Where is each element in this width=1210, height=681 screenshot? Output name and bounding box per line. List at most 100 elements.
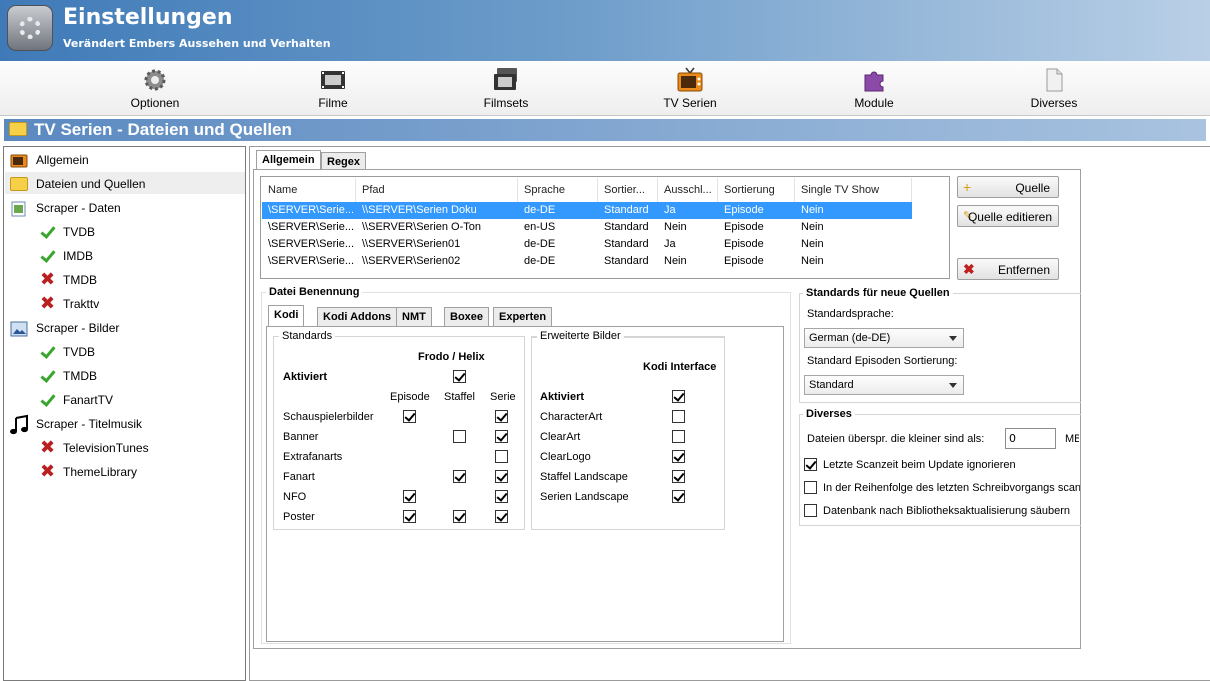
defaults-group-title: Standards für neue Quellen <box>803 287 953 299</box>
tree-item-dateien-und-quellen[interactable]: Dateien und Quellen <box>4 173 244 195</box>
toolbar-optionen-button[interactable]: Optionen <box>115 61 195 116</box>
edit-source-button[interactable]: ✎ Quelle editieren <box>957 205 1059 227</box>
check-icon <box>40 225 54 239</box>
cross-icon: ✖ <box>40 293 56 314</box>
extended-row-label: Aktiviert <box>540 391 585 403</box>
toolbar-filmsets-button[interactable]: Filmsets <box>466 61 546 116</box>
section-header: TV Serien - Dateien und Quellen <box>4 119 1206 141</box>
tab-kodi-addons[interactable]: Kodi Addons <box>317 307 398 327</box>
cell-sprache: en-US <box>524 221 556 233</box>
column-header-sprache[interactable]: Sprache <box>518 178 598 202</box>
sources-table[interactable]: Name Pfad Sprache Sortier... Ausschl... … <box>260 176 950 279</box>
misc-option-checkbox[interactable] <box>804 458 817 471</box>
tree-item-scraper-bilder[interactable]: Scraper - Bilder <box>4 317 244 339</box>
tree-item-trakttv[interactable]: ✖ Trakttv <box>4 293 244 315</box>
add-source-button[interactable]: + Quelle <box>957 176 1059 198</box>
skip-size-input[interactable]: 0 <box>1005 428 1056 449</box>
skip-size-unit: MB <box>1065 433 1079 445</box>
tree-item-themelibrary[interactable]: ✖ ThemeLibrary <box>4 461 244 483</box>
tree-item-scraper-titelmusik[interactable]: Scraper - Titelmusik <box>4 413 244 435</box>
toolbar-label: Optionen <box>130 96 180 110</box>
tab-kodi[interactable]: Kodi <box>268 305 305 327</box>
standards-checkbox-staffel[interactable] <box>453 470 466 483</box>
standards-checkbox-serie[interactable] <box>495 510 508 523</box>
standards-group-title: Standards <box>279 330 336 342</box>
column-header-name[interactable]: Name <box>262 178 356 202</box>
tree-item-label: ThemeLibrary <box>63 465 138 479</box>
column-header-sortierung[interactable]: Sortierung <box>718 178 795 202</box>
settings-tree: Allgemein Dateien und Quellen Scraper - … <box>3 146 246 681</box>
toolbar-label: Diverses <box>1030 96 1078 110</box>
folder-icon <box>10 177 28 191</box>
standards-checkbox-episode[interactable] <box>403 510 416 523</box>
cell-sortier: Standard <box>604 255 649 267</box>
settings-gear-icon <box>7 5 53 51</box>
tree-item-tmdb-images[interactable]: TMDB <box>4 365 244 387</box>
extended-row-label: Serien Landscape <box>540 491 629 503</box>
cross-icon: ✖ <box>40 437 56 458</box>
tree-item-label: Trakttv <box>63 297 100 311</box>
misc-option-checkbox[interactable] <box>804 504 817 517</box>
standards-checkbox-serie[interactable] <box>495 470 508 483</box>
tab-experten[interactable]: Experten <box>493 307 553 327</box>
tree-item-tvdb[interactable]: TVDB <box>4 221 244 243</box>
extended-row-checkbox[interactable] <box>672 390 685 403</box>
tree-item-allgemein[interactable]: Allgemein <box>4 149 244 171</box>
chevron-down-icon <box>949 336 957 341</box>
scraper-data-icon <box>11 201 26 217</box>
standards-row-label: Banner <box>283 431 319 443</box>
cell-single-tv-show: Nein <box>801 255 824 267</box>
tree-item-label: IMDB <box>63 249 93 263</box>
column-header-ausschl[interactable]: Ausschl... <box>658 178 718 202</box>
table-row[interactable]: \SERVER\Serie... \\SERVER\Serien Doku de… <box>262 202 912 219</box>
extended-row-label: CharacterArt <box>540 411 603 423</box>
cell-sortier: Standard <box>604 238 649 250</box>
column-header-pfad[interactable]: Pfad <box>356 178 518 202</box>
tree-item-scraper-daten[interactable]: Scraper - Daten <box>4 197 244 219</box>
chevron-down-icon <box>949 383 957 388</box>
tree-item-imdb[interactable]: IMDB <box>4 245 244 267</box>
toolbar-module-button[interactable]: Module <box>834 61 914 116</box>
cell-single-tv-show: Nein <box>801 238 824 250</box>
standards-checkbox-serie[interactable] <box>495 490 508 503</box>
table-row[interactable]: \SERVER\Serie... \\SERVER\Serien02 de-DE… <box>262 253 912 270</box>
default-sort-value: Standard <box>809 379 854 391</box>
tree-item-televisiontunes[interactable]: ✖ TelevisionTunes <box>4 437 244 459</box>
extended-row-checkbox[interactable] <box>672 470 685 483</box>
tree-item-label: TMDB <box>63 369 97 383</box>
toolbar-filme-button[interactable]: Filme <box>293 61 373 116</box>
standards-checkbox-staffel[interactable] <box>453 430 466 443</box>
default-sort-select[interactable]: Standard <box>804 375 964 395</box>
column-header-single-tv-show[interactable]: Single TV Show <box>795 178 912 202</box>
tree-item-fanarttv[interactable]: FanartTV <box>4 389 244 411</box>
toolbar-diverses-button[interactable]: Diverses <box>1014 61 1094 116</box>
extended-images-title: Erweiterte Bilder <box>537 330 624 342</box>
tree-item-label: TVDB <box>63 225 96 239</box>
document-icon <box>1046 68 1063 92</box>
misc-option-checkbox[interactable] <box>804 481 817 494</box>
tree-item-tmdb[interactable]: ✖ TMDB <box>4 269 244 291</box>
column-header-sortier[interactable]: Sortier... <box>598 178 658 202</box>
table-row[interactable]: \SERVER\Serie... \\SERVER\Serien O-Ton e… <box>262 219 912 236</box>
standards-activated-checkbox[interactable] <box>453 370 466 383</box>
standards-checkbox-episode[interactable] <box>403 490 416 503</box>
cell-name: \SERVER\Serie... <box>268 238 354 250</box>
standards-checkbox-serie[interactable] <box>495 410 508 423</box>
tree-item-tvdb-images[interactable]: TVDB <box>4 341 244 363</box>
standards-checkbox-staffel[interactable] <box>453 510 466 523</box>
standards-checkbox-serie[interactable] <box>495 450 508 463</box>
tab-nmt[interactable]: NMT <box>396 307 432 327</box>
extended-row-checkbox[interactable] <box>672 430 685 443</box>
toolbar-tv-serien-button[interactable]: TV Serien <box>650 61 730 116</box>
standards-checkbox-serie[interactable] <box>495 430 508 443</box>
default-language-select[interactable]: German (de-DE) <box>804 328 964 348</box>
remove-source-button[interactable]: ✖ Entfernen <box>957 258 1059 280</box>
tab-boxee[interactable]: Boxee <box>444 307 490 327</box>
extended-row-checkbox[interactable] <box>672 450 685 463</box>
table-row[interactable]: \SERVER\Serie... \\SERVER\Serien01 de-DE… <box>262 236 912 253</box>
gear-icon <box>144 69 166 91</box>
tree-item-label: Allgemein <box>36 153 89 167</box>
extended-row-checkbox[interactable] <box>672 410 685 423</box>
extended-row-checkbox[interactable] <box>672 490 685 503</box>
standards-checkbox-episode[interactable] <box>403 410 416 423</box>
